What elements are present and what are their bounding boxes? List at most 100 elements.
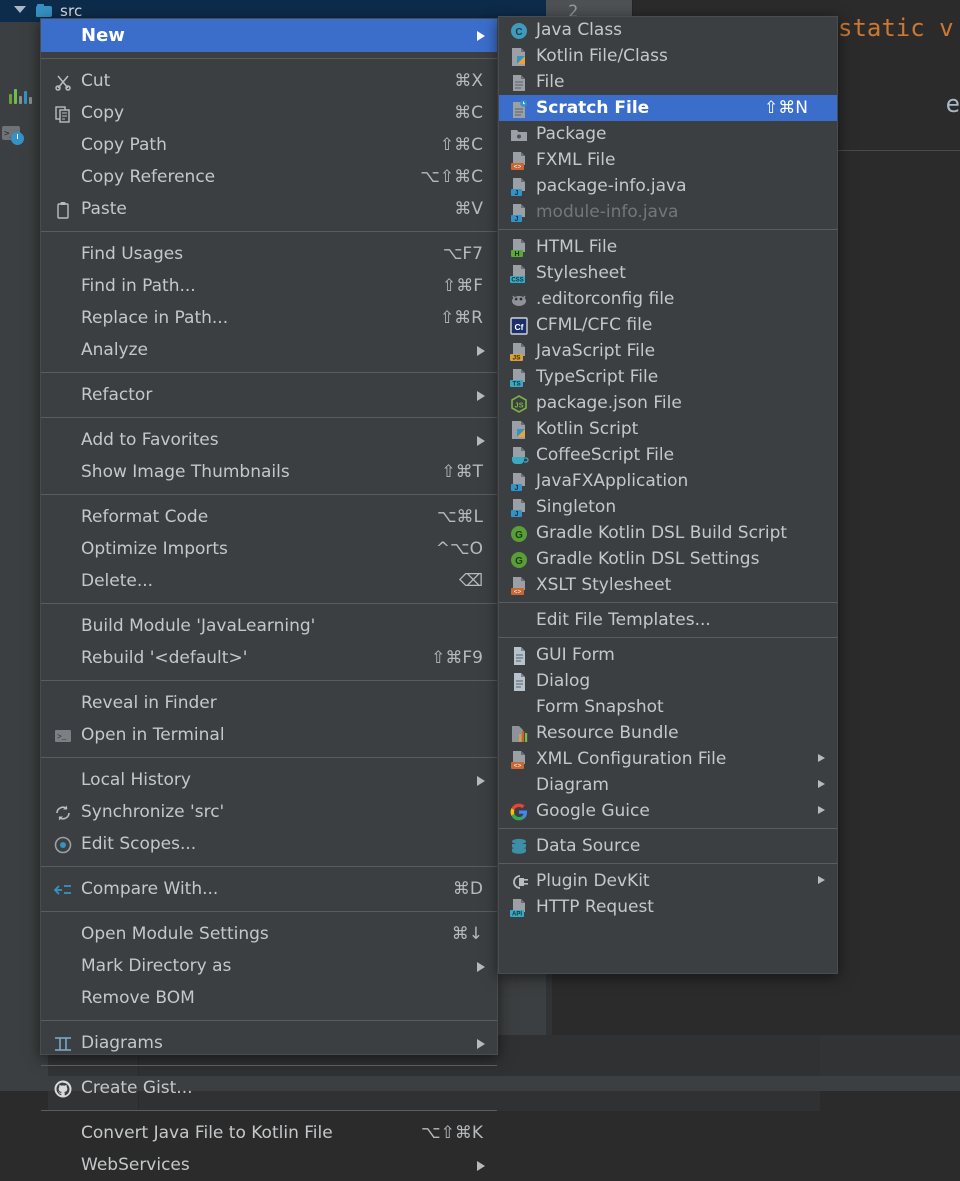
menu-item-coffeescript-file[interactable]: CoffeeScript File [499,442,837,468]
gui-form-icon [509,646,529,665]
menu-item-cut[interactable]: Cut⌘X [41,65,497,97]
menu-item-reveal-in-finder[interactable]: Reveal in Finder [41,687,497,719]
menu-item-new[interactable]: New [41,19,497,52]
menu-item-create-gist[interactable]: Create Gist... [41,1072,497,1104]
menu-item-shortcut: ⇧⌘F [442,270,483,302]
terminal-icon: >_ [53,725,73,745]
menu-separator [41,680,497,681]
menu-item-gradle-kotlin-dsl-build-script[interactable]: GGradle Kotlin DSL Build Script [499,520,837,546]
menu-item-find-in-path[interactable]: Find in Path...⇧⌘F [41,270,497,302]
menu-item-shortcut: ⌥F7 [443,238,483,270]
menu-item-label: Edit File Templates... [536,607,711,633]
menu-item-webservices[interactable]: WebServices [41,1149,497,1181]
chevron-right-icon [477,436,485,446]
menu-item-javafxapplication[interactable]: JJavaFXApplication [499,468,837,494]
menu-item-rebuild-default[interactable]: Rebuild '<default>'⇧⌘F9 [41,642,497,674]
svg-text:J: J [515,485,519,492]
code-line-1: static v [838,14,954,42]
project-view-context-menu[interactable]: New Cut⌘XCopy⌘CCopy Path⇧⌘CCopy Reference… [40,18,498,1055]
build-bars-icon[interactable] [6,82,34,108]
menu-separator [499,637,837,638]
menu-item-delete[interactable]: Delete...⌫ [41,565,497,597]
menu-item-local-history[interactable]: Local History [41,764,497,796]
menu-item-diagram[interactable]: Diagram [499,772,837,798]
menu-item-label: Build Module 'JavaLearning' [81,610,315,642]
menu-item-label: WebServices [81,1149,190,1181]
new-submenu[interactable]: CJava ClassKotlin File/ClassFileScratch … [498,16,838,974]
menu-item-add-to-favorites[interactable]: Add to Favorites [41,424,497,456]
menu-item-refactor[interactable]: Refactor [41,379,497,411]
menu-separator [499,828,837,829]
menu-item-label: Reformat Code [81,501,208,533]
menu-item-fxml-file[interactable]: <>FXML File [499,147,837,173]
svg-text:G: G [515,530,523,541]
menu-item-xslt-stylesheet[interactable]: <>XSLT Stylesheet [499,572,837,598]
menu-separator [41,58,497,59]
menu-item-gui-form[interactable]: GUI Form [499,642,837,668]
menu-item-package-info-java[interactable]: Jpackage-info.java [499,173,837,199]
menu-item-package[interactable]: Package [499,121,837,147]
menu-item-label: New [81,19,125,52]
menu-separator [41,417,497,418]
menu-item-file[interactable]: File [499,69,837,95]
menu-item-google-guice[interactable]: Google Guice [499,798,837,824]
menu-item-edit-file-templates[interactable]: Edit File Templates... [499,607,837,633]
menu-item-resource-bundle[interactable]: Resource Bundle [499,720,837,746]
menu-item-copy-path[interactable]: Copy Path⇧⌘C [41,129,497,161]
menu-item-singleton[interactable]: JSingleton [499,494,837,520]
menu-item-diagrams[interactable]: Diagrams [41,1027,497,1059]
menu-item-convert-java-file-to-kotlin-file[interactable]: Convert Java File to Kotlin File⌥⇧⌘K [41,1117,497,1149]
menu-item-stylesheet[interactable]: CSSStylesheet [499,260,837,286]
menu-item-cfml-cfc-file[interactable]: CfCFML/CFC file [499,312,837,338]
menu-item-reformat-code[interactable]: Reformat Code⌥⌘L [41,501,497,533]
menu-item-compare-with[interactable]: Compare With...⌘D [41,873,497,905]
menu-item-find-usages[interactable]: Find Usages⌥F7 [41,238,497,270]
menu-item-open-in-terminal[interactable]: >_ Open in Terminal [41,719,497,751]
github-icon [53,1078,73,1098]
menu-item-scratch-file[interactable]: Scratch File⇧⌘N [499,95,837,121]
menu-item-mark-directory-as[interactable]: Mark Directory as [41,950,497,982]
menu-item-gradle-kotlin-dsl-settings[interactable]: GGradle Kotlin DSL Settings [499,546,837,572]
menu-item-plugin-devkit[interactable]: Plugin DevKit [499,868,837,894]
menu-item-html-file[interactable]: HHTML File [499,234,837,260]
menu-item-java-class[interactable]: CJava Class [499,17,837,43]
menu-item-data-source[interactable]: Data Source [499,833,837,859]
menu-item-copy-reference[interactable]: Copy Reference⌥⇧⌘C [41,161,497,193]
menu-item-package-json-file[interactable]: JSpackage.json File [499,390,837,416]
menu-item-copy[interactable]: Copy⌘C [41,97,497,129]
menu-item-shortcut: ⌘↓ [452,918,483,950]
chevron-down-icon[interactable] [14,6,26,13]
chevron-right-icon [818,876,825,884]
menu-item-label: Rebuild '<default>' [81,642,247,674]
menu-item-label: Kotlin File/Class [536,43,668,69]
menu-item-synchronize-src[interactable]: Synchronize 'src' [41,796,497,828]
menu-item-http-request[interactable]: APIHTTP Request [499,894,837,920]
menu-item-xml-configuration-file[interactable]: <>XML Configuration File [499,746,837,772]
terminal-clock-icon[interactable]: >_ [0,122,28,148]
menu-item-label: GUI Form [536,642,615,668]
menu-item-label: Open in Terminal [81,719,225,751]
menu-item-javascript-file[interactable]: JSJavaScript File [499,338,837,364]
menu-item-build-module-javalearning[interactable]: Build Module 'JavaLearning' [41,610,497,642]
file-icon [509,73,529,92]
menu-item-optimize-imports[interactable]: Optimize Imports^⌥O [41,533,497,565]
menu-item-shortcut: ⌥⇧⌘C [420,161,483,193]
menu-item-remove-bom[interactable]: Remove BOM [41,982,497,1014]
menu-item-editorconfig-file[interactable]: .editorconfig file [499,286,837,312]
http-request-icon: API [509,898,529,917]
menu-item-kotlin-script[interactable]: Kotlin Script [499,416,837,442]
menu-item-dialog[interactable]: Dialog [499,668,837,694]
menu-item-shortcut: ⌥⇧⌘K [421,1117,483,1149]
menu-item-paste[interactable]: Paste⌘V [41,193,497,225]
menu-item-show-image-thumbnails[interactable]: Show Image Thumbnails⇧⌘T [41,456,497,488]
menu-item-edit-scopes[interactable]: Edit Scopes... [41,828,497,860]
menu-item-analyze[interactable]: Analyze [41,334,497,366]
menu-item-label: Optimize Imports [81,533,228,565]
menu-item-open-module-settings[interactable]: Open Module Settings⌘↓ [41,918,497,950]
menu-item-kotlin-file-class[interactable]: Kotlin File/Class [499,43,837,69]
menu-item-replace-in-path[interactable]: Replace in Path...⇧⌘R [41,302,497,334]
menu-item-form-snapshot[interactable]: Form Snapshot [499,694,837,720]
menu-item-label: Resource Bundle [536,720,679,746]
menu-item-label: Data Source [536,833,640,859]
menu-item-typescript-file[interactable]: TSTypeScript File [499,364,837,390]
